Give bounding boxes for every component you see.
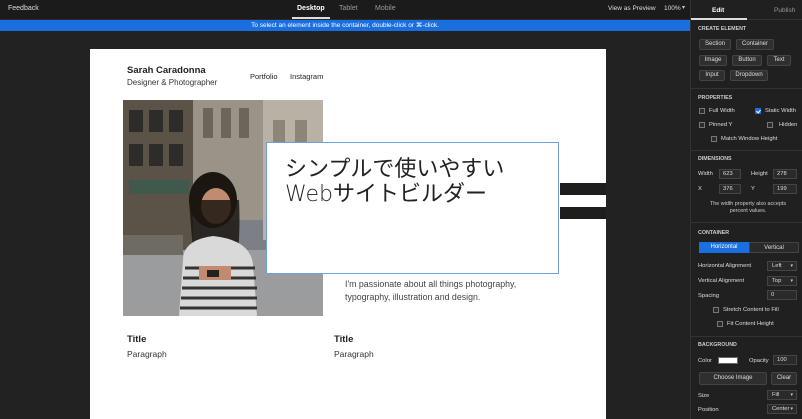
hidden-checkbox[interactable] [767,122,773,128]
active-tab-indicator [292,17,330,19]
x-input[interactable]: 376 [719,184,741,194]
position-select[interactable]: Center ▾ [767,404,797,414]
size-label: Size [698,393,710,399]
container-heading: CONTAINER [698,230,730,236]
opacity-label: Opacity [749,358,769,364]
about-text[interactable]: I'm passionate about all things photogra… [345,278,535,304]
create-element-heading: CREATE ELEMENT [698,26,747,32]
column-paragraph[interactable]: Paragraph [127,349,167,359]
top-bar: Feedback Desktop Tablet Mobile View as P… [0,0,690,20]
match-window-height-checkbox[interactable] [711,136,717,142]
full-width-label: Full Width [709,108,735,114]
static-width-label: Static Width [765,108,796,114]
width-hint: The width property also accepts percent … [709,201,787,214]
panel-tabs: Edit Publish [691,0,802,20]
width-input[interactable]: 623 [719,169,741,179]
section-divider-bar [560,207,606,219]
spacing-label: Spacing [698,293,719,299]
properties-heading: PROPERTIES [698,95,733,101]
vertical-alignment-label: Vertical Alignment [698,278,745,284]
column-title[interactable]: Title [127,334,146,345]
hero-text-box[interactable]: シンプルで使いやすい Webサイトビルダー [266,142,559,274]
divider [691,222,802,223]
stretch-content-label: Stretch Content to Fill [723,307,779,313]
selection-hint-banner: To select an element inside the containe… [0,20,690,31]
tab-publish[interactable]: Publish [774,7,795,14]
nav-link-instagram[interactable]: Instagram [290,72,323,81]
y-input[interactable]: 199 [773,184,797,194]
fit-content-height-label: Fit Content Height [727,321,774,327]
x-label: X [698,186,702,192]
tab-edit[interactable]: Edit [712,7,724,14]
chevron-down-icon: ▾ [790,392,793,398]
horizontal-alignment-value: Left [772,263,782,269]
add-text-button[interactable]: Text [767,55,791,66]
horizontal-alignment-label: Horizontal Alignment [698,263,752,269]
chevron-down-icon: ▾ [790,278,793,284]
add-dropdown-button[interactable]: Dropdown [730,70,768,81]
height-label: Height [751,171,768,177]
full-width-checkbox[interactable] [699,108,705,114]
height-input[interactable]: 278 [773,169,797,179]
divider [691,336,802,337]
pinned-y-label: Pinned Y [709,122,733,128]
add-container-button[interactable]: Container [736,39,774,50]
add-image-button[interactable]: Image [699,55,727,66]
hero-heading[interactable]: シンプルで使いやすい Webサイトビルダー [285,157,504,207]
add-section-button[interactable]: Section [699,39,731,50]
section-divider-bar [560,183,606,195]
editor-canvas[interactable]: Sarah Caradonna Designer & Photographer … [0,31,690,419]
tab-desktop[interactable]: Desktop [297,5,325,12]
chevron-down-icon: ▾ [790,406,793,412]
color-label: Color [698,358,712,364]
add-button-button[interactable]: Button [732,55,762,66]
fit-content-height-checkbox[interactable] [717,321,723,327]
size-select[interactable]: Fill ▾ [767,390,797,400]
feedback-link[interactable]: Feedback [8,5,39,12]
direction-horizontal[interactable]: Horizontal [699,242,749,253]
inspector-panel: Edit Publish CREATE ELEMENT Section Cont… [690,0,802,419]
static-width-checkbox[interactable] [755,108,761,114]
site-tagline[interactable]: Designer & Photographer [127,78,217,87]
direction-vertical[interactable]: Vertical [749,242,799,253]
choose-image-button[interactable]: Choose Image [699,372,767,385]
view-as-preview-button[interactable]: View as Preview [608,5,656,12]
background-heading: BACKGROUND [698,342,737,348]
column-paragraph[interactable]: Paragraph [334,349,374,359]
divider [691,88,802,89]
active-tab-indicator [691,18,747,20]
horizontal-alignment-select[interactable]: Left ▾ [767,261,797,271]
dimensions-heading: DIMENSIONS [698,156,732,162]
chevron-down-icon: ▾ [790,263,793,269]
stretch-content-checkbox[interactable] [713,307,719,313]
chevron-down-icon[interactable]: ▾ [682,4,685,11]
vertical-alignment-value: Top [772,278,782,284]
tab-mobile[interactable]: Mobile [375,5,396,12]
zoom-select[interactable]: 100% [664,5,681,12]
add-input-button[interactable]: Input [699,70,725,81]
y-label: Y [751,186,755,192]
hidden-label: Hidden [779,122,798,128]
spacing-input[interactable]: 0 [767,290,797,300]
position-label: Position [698,407,719,413]
divider [691,150,802,151]
match-window-height-label: Match Window Height [721,136,778,142]
site-name[interactable]: Sarah Caradonna [127,65,206,76]
vertical-alignment-select[interactable]: Top ▾ [767,276,797,286]
nav-link-portfolio[interactable]: Portfolio [250,72,278,81]
clear-background-button[interactable]: Clear [771,372,797,385]
size-value: Fill [772,392,780,398]
width-label: Width [698,171,713,177]
position-value: Center [772,406,790,412]
pinned-y-checkbox[interactable] [699,122,705,128]
background-color-swatch[interactable] [718,357,738,364]
site-page[interactable]: Sarah Caradonna Designer & Photographer … [90,49,606,419]
column-title[interactable]: Title [334,334,353,345]
tab-tablet[interactable]: Tablet [339,5,358,12]
opacity-input[interactable]: 100 [773,355,797,365]
